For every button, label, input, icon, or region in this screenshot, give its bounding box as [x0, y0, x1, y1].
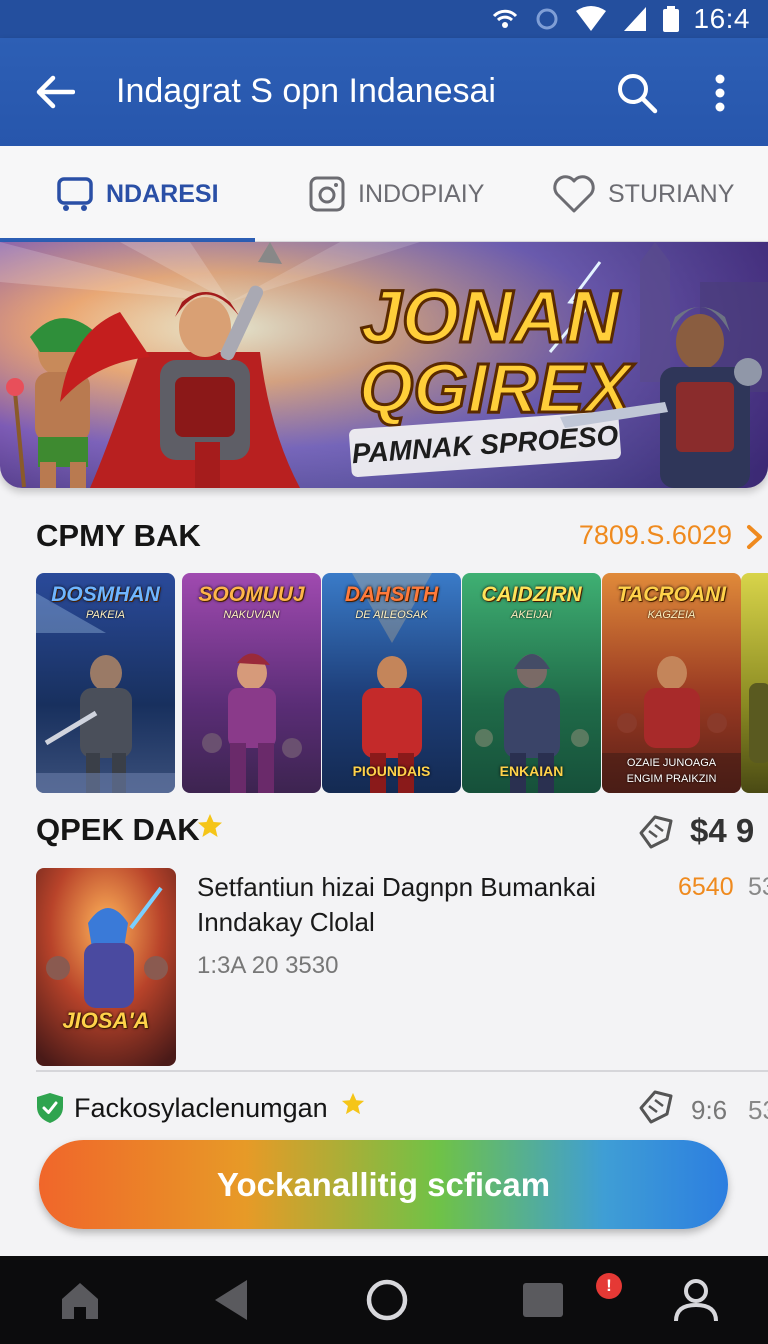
item-thumbnail[interactable]: JIOSA'A: [36, 868, 176, 1066]
card-subtitle: AKEIJAI: [511, 609, 552, 621]
tab-bar: NDARESI INDOPIAIY STURIANY: [0, 146, 768, 243]
card-subtitle: DE AILEOSAK: [355, 609, 428, 621]
search-icon: [618, 74, 658, 114]
card-label-secondary: ENGIM PRAIKZIN: [626, 773, 717, 785]
card-label: OZAIE JUNOAGA: [626, 757, 717, 769]
card-artwork: [741, 573, 768, 793]
recents-button[interactable]: [513, 1256, 573, 1344]
thumbnail-artwork: [36, 868, 176, 1066]
shield-check-icon: [37, 1093, 63, 1123]
cart-icon: [57, 177, 93, 211]
star-icon: [341, 1092, 365, 1115]
wifi-hotspot-icon: [492, 9, 517, 28]
camera-icon: [309, 176, 345, 212]
divider: [36, 1070, 768, 1072]
tab-label: NDARESI: [106, 179, 219, 208]
card-label: ENKAIAN: [499, 763, 564, 779]
item-title[interactable]: Setfantiun hizai Dagnpn Bumankai Inndaka…: [197, 870, 637, 940]
card-title: DOSMHAN: [51, 583, 160, 606]
triangle-back-icon: [215, 1280, 247, 1320]
profile-button[interactable]: [666, 1256, 726, 1344]
section-title: CPMY BAK: [36, 518, 201, 553]
item-price-secondary: 53: [748, 873, 768, 901]
row-label[interactable]: Fackosylaclenumgan: [74, 1093, 328, 1124]
primary-cta-button[interactable]: Yockanallitig scficam: [39, 1140, 728, 1229]
sync-icon: [536, 8, 557, 30]
star-icon: [198, 814, 222, 837]
tag-icon: [639, 1090, 673, 1124]
chevron-right-icon[interactable]: [745, 524, 765, 550]
tab-ndaresi[interactable]: NDARESI: [56, 146, 219, 242]
more-options-button[interactable]: [700, 68, 740, 118]
cell-signal-icon: [623, 7, 646, 31]
circle-home-icon: [366, 1279, 408, 1321]
game-card[interactable]: DOSMHAN PAKEIA: [36, 573, 175, 793]
row-value-secondary: 53: [748, 1095, 768, 1125]
signal-wifi-icon: [575, 6, 606, 31]
item-price: 6540: [678, 873, 734, 901]
row-value: 9:6: [691, 1095, 728, 1125]
card-title: TACROANI: [616, 583, 727, 606]
card-subtitle: NAKUVIAN: [223, 609, 280, 621]
card-title: DAHSITH: [344, 583, 439, 606]
tab-sturiany[interactable]: STURIANY: [552, 146, 734, 242]
card-title: CAIDZIRN: [481, 583, 582, 606]
home-icon: [62, 1283, 98, 1319]
svg-text:JONAN: JONAN: [360, 275, 621, 358]
section-title: QPEK DAK: [36, 812, 200, 847]
game-card[interactable]: SOOMUUJ NAKUVIAN: [182, 573, 321, 793]
tab-label: INDOPIAIY: [358, 179, 485, 208]
battery-icon: [662, 6, 679, 32]
app-title: Indagrat S opn Indanesai: [116, 72, 496, 110]
game-card[interactable]: DAHSITH DE AILEOSAK PIOUNDAIS: [322, 573, 461, 793]
home-button[interactable]: [50, 1256, 110, 1344]
arrow-back-icon: [36, 75, 75, 109]
card-subtitle: KAGZEIA: [647, 609, 696, 621]
section-price: $4 9: [690, 812, 755, 849]
thumbnail-label: JIOSA'A: [62, 1008, 150, 1033]
game-card-row: DOSMHAN PAKEIA SOOMUUJ NAKUVIAN DAHSITH …: [36, 573, 768, 793]
card-subtitle: PAKEIA: [86, 609, 125, 621]
heart-icon: [553, 175, 595, 213]
person-icon: [674, 1279, 718, 1322]
back-nav-button[interactable]: [200, 1256, 260, 1344]
status-time: 16:4: [693, 3, 750, 34]
tag-icon: [639, 815, 673, 849]
notification-badge: !: [596, 1273, 622, 1299]
status-bar: 16:4: [0, 0, 768, 38]
hero-banner[interactable]: JONAN QGIREX PAMNAK SPROESO: [0, 242, 768, 488]
search-button[interactable]: [612, 68, 662, 118]
app-bar: Indagrat S opn Indanesai: [0, 38, 768, 146]
hero-title: JONAN QGIREX: [357, 274, 637, 429]
back-button[interactable]: [30, 70, 80, 114]
game-card[interactable]: [741, 573, 768, 793]
tab-indopiaiy[interactable]: INDOPIAIY: [308, 146, 484, 242]
item-meta: 1:3A 20 3530: [197, 952, 339, 979]
game-card[interactable]: TACROANI KAGZEIA OZAIE JUNOAGA ENGIM PRA…: [602, 573, 741, 793]
square-recents-icon: [523, 1283, 563, 1317]
tab-label: STURIANY: [608, 179, 735, 208]
card-title: SOOMUUJ: [198, 583, 305, 606]
system-nav-bar: [0, 1256, 768, 1344]
section-see-all-link[interactable]: 7809.S.6029: [579, 520, 732, 551]
hero-artwork: JONAN QGIREX PAMNAK SPROESO: [0, 242, 768, 488]
more-vert-icon: [715, 74, 725, 112]
game-card[interactable]: CAIDZIRN AKEIJAI ENKAIAN: [462, 573, 601, 793]
home-circle-button[interactable]: [357, 1256, 417, 1344]
card-label: PIOUNDAIS: [352, 763, 431, 779]
